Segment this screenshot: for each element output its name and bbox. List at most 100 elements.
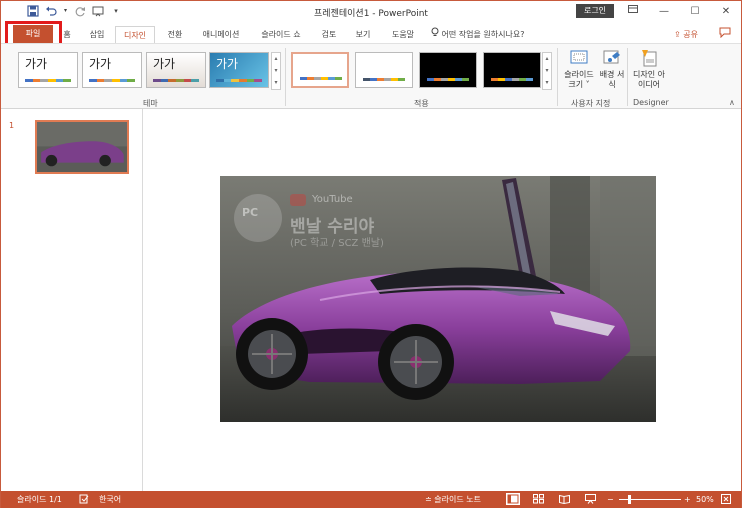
quick-access-toolbar: ▾ ▾ — [27, 5, 122, 17]
palette-swatch — [398, 78, 405, 81]
variant-option-4[interactable] — [483, 52, 541, 88]
tab-help[interactable]: 도움말 — [385, 26, 421, 43]
variant-color-bar — [427, 78, 469, 81]
redo-icon[interactable] — [74, 5, 86, 17]
watermark-subtitle: (PC 학교 / SCZ 밴날) — [290, 238, 384, 249]
customize-qat-icon[interactable]: ▾ — [110, 5, 122, 17]
fit-to-window-icon[interactable] — [721, 494, 731, 507]
palette-swatch — [25, 79, 33, 82]
theme-color-bar — [216, 79, 263, 82]
palette-swatch — [96, 79, 105, 82]
slide-size-button[interactable]: 슬라이드 크기 ˅ — [561, 48, 597, 90]
design-ideas-button[interactable]: 디자인 아이디어 — [631, 48, 667, 90]
designer-group-label: Designer — [633, 98, 669, 107]
tab-transitions[interactable]: 전환 — [161, 26, 189, 43]
status-bar: 슬라이드 1/1 한국어 ≐ 슬라이드 노트 − + 50% — [1, 491, 741, 508]
palette-swatch — [239, 79, 247, 82]
ribbon-design: 가가 가가 가가 가가 ▴ ▾ ▾ 테마 ▴ ▾ ▾ 적용 슬라이드 크기 ˅ … — [1, 43, 741, 109]
reading-view-icon[interactable] — [559, 494, 570, 507]
undo-icon[interactable] — [45, 5, 57, 17]
theme-label: 가가 — [89, 57, 112, 71]
ribbon-display-icon[interactable] — [618, 3, 648, 21]
palette-swatch — [254, 79, 263, 82]
variant-color-bar — [300, 77, 342, 80]
slide-size-icon — [569, 48, 589, 68]
notes-button[interactable]: ≐ 슬라이드 노트 — [425, 494, 481, 505]
collapse-ribbon-icon[interactable]: ∧ — [729, 98, 735, 107]
palette-swatch — [448, 78, 455, 81]
theme-label: 가가 — [216, 57, 239, 71]
notes-label: 슬라이드 노트 — [434, 495, 481, 504]
theme-option-2[interactable]: 가가 — [82, 52, 142, 88]
tab-animations[interactable]: 애니메이션 — [195, 26, 247, 43]
undo-dropdown-icon[interactable]: ▾ — [63, 5, 68, 17]
palette-swatch — [462, 78, 469, 81]
variant-option-1[interactable] — [291, 52, 349, 88]
share-button[interactable]: ⇪ 공유 — [674, 26, 698, 43]
group-divider — [557, 48, 558, 106]
theme-color-bar — [25, 79, 72, 82]
tell-me-text: 어떤 작업을 원하시나요? — [441, 30, 525, 39]
tell-me-box[interactable]: 어떤 작업을 원하시나요? — [431, 26, 524, 43]
theme-option-4[interactable]: 가가 — [209, 52, 269, 88]
palette-swatch — [377, 78, 384, 81]
palette-swatch — [363, 78, 370, 81]
tab-design[interactable]: 디자인 — [115, 26, 155, 43]
palette-swatch — [32, 79, 41, 82]
tab-view[interactable]: 보기 — [349, 26, 377, 43]
zoom-level[interactable]: 50% — [696, 494, 714, 505]
tab-slideshow[interactable]: 슬라이드 쇼 — [253, 26, 309, 43]
zoom-out-icon[interactable]: − — [607, 494, 614, 505]
palette-swatch — [441, 78, 448, 81]
zoom-slider-handle[interactable] — [628, 495, 631, 504]
tab-insert[interactable]: 삽입 — [83, 26, 111, 43]
format-background-icon — [602, 48, 622, 68]
theme-label: 가가 — [25, 57, 48, 71]
palette-swatch — [40, 79, 49, 82]
palette-swatch — [519, 78, 526, 81]
palette-swatch — [314, 77, 321, 80]
palette-swatch — [127, 79, 136, 82]
variant-gallery-scroll[interactable]: ▴ ▾ ▾ — [542, 52, 552, 90]
normal-view-icon[interactable] — [506, 493, 520, 505]
palette-swatch — [104, 79, 113, 82]
maximize-icon[interactable]: ☐ — [680, 3, 710, 21]
tab-review[interactable]: 검토 — [315, 26, 343, 43]
spellcheck-icon[interactable] — [79, 494, 89, 507]
palette-swatch — [119, 79, 128, 82]
zoom-in-icon[interactable]: + — [684, 494, 691, 505]
palette-swatch — [455, 78, 462, 81]
share-icon: ⇪ — [674, 30, 681, 39]
language-indicator[interactable]: 한국어 — [99, 494, 121, 505]
slide-car-image[interactable]: PC YouTube 밴날 수리야 (PC 학교 / SCZ 밴날) — [220, 176, 656, 422]
slide-editor[interactable]: PC YouTube 밴날 수리야 (PC 학교 / SCZ 밴날) — [144, 109, 741, 491]
palette-swatch — [48, 79, 56, 82]
group-divider — [627, 48, 628, 106]
start-from-beginning-icon[interactable] — [92, 5, 104, 17]
login-button[interactable]: 로그인 — [576, 4, 614, 18]
theme-color-bar — [89, 79, 136, 82]
palette-swatch — [231, 79, 240, 82]
slide-thumbnail[interactable] — [35, 120, 129, 174]
variant-option-3[interactable] — [419, 52, 477, 88]
theme-gallery-scroll[interactable]: ▴ ▾ ▾ — [271, 52, 281, 90]
theme-option-1[interactable]: 가가 — [18, 52, 78, 88]
slideshow-view-icon[interactable] — [585, 494, 596, 507]
notes-icon: ≐ — [425, 495, 432, 504]
slide-sorter-icon[interactable] — [533, 494, 544, 507]
comments-icon[interactable] — [719, 27, 731, 41]
palette-swatch — [526, 78, 533, 81]
theme-group-label: 테마 — [143, 99, 158, 108]
palette-swatch — [491, 78, 498, 81]
save-icon[interactable] — [27, 5, 39, 17]
palette-swatch — [183, 79, 192, 82]
palette-swatch — [335, 77, 342, 80]
title-bar: ▾ ▾ 프레젠테이션1 - PowerPoint 로그인 — ☐ ✕ — [1, 1, 741, 23]
close-icon[interactable]: ✕ — [711, 3, 741, 21]
theme-option-3[interactable]: 가가 — [146, 52, 206, 88]
variant-option-2[interactable] — [355, 52, 413, 88]
format-background-button[interactable]: 배경 서식 — [599, 48, 625, 90]
minimize-icon[interactable]: — — [649, 3, 679, 21]
palette-swatch — [112, 79, 120, 82]
palette-swatch — [434, 78, 441, 81]
